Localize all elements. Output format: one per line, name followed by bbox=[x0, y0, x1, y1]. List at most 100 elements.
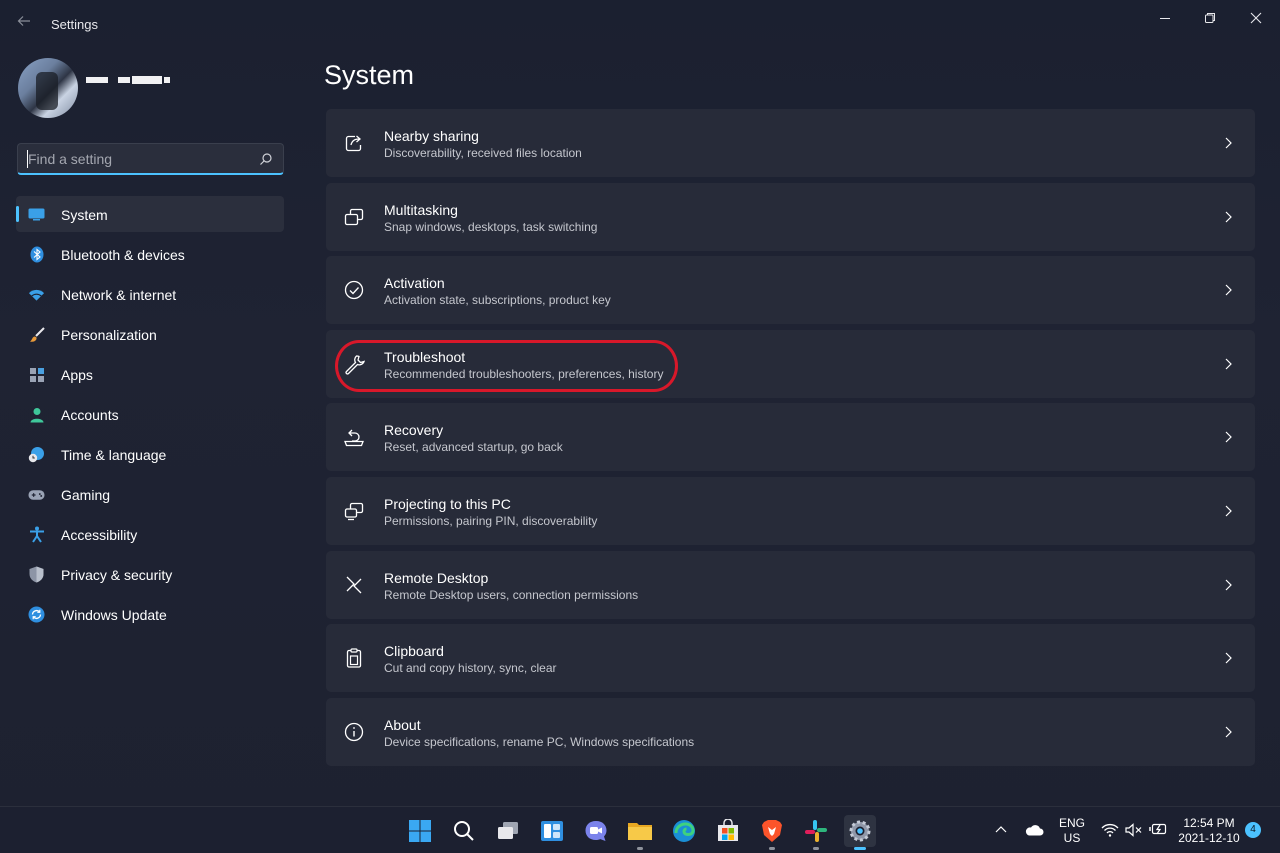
search-input[interactable] bbox=[28, 149, 248, 169]
chevron-right-icon bbox=[1225, 579, 1232, 590]
file-explorer-button[interactable] bbox=[624, 815, 656, 850]
store-button[interactable] bbox=[712, 815, 744, 847]
close-button[interactable] bbox=[1236, 6, 1276, 30]
chevron-right-icon bbox=[1225, 137, 1232, 149]
sidebar-item-bluetooth[interactable]: Bluetooth & devices bbox=[16, 236, 284, 272]
card-projecting[interactable]: Projecting to this PC Permissions, pairi… bbox=[326, 476, 1255, 545]
running-indicator bbox=[637, 847, 643, 850]
widgets-button[interactable] bbox=[536, 815, 568, 847]
taskbar-search-button[interactable] bbox=[448, 815, 480, 847]
person-icon bbox=[28, 406, 45, 423]
teams-chat-button[interactable] bbox=[580, 815, 612, 847]
text-caret bbox=[27, 150, 28, 168]
card-title: About bbox=[384, 716, 421, 733]
running-indicator bbox=[769, 847, 775, 850]
app-title: Settings bbox=[51, 17, 98, 32]
sidebar-item-accounts[interactable]: Accounts bbox=[16, 396, 284, 432]
region-code: US bbox=[1063, 831, 1081, 845]
avatar[interactable] bbox=[18, 58, 78, 118]
bluetooth-icon bbox=[28, 246, 45, 263]
sidebar-item-label: Gaming bbox=[61, 487, 111, 503]
card-title: Activation bbox=[384, 275, 445, 292]
chevron-right-icon bbox=[1225, 211, 1232, 223]
card-title: Clipboard bbox=[384, 643, 444, 660]
language-indicator[interactable]: ENG US bbox=[1056, 816, 1088, 846]
back-button[interactable] bbox=[14, 14, 34, 34]
file-explorer-icon bbox=[628, 823, 652, 840]
battery-charging-icon[interactable] bbox=[1149, 822, 1167, 836]
sidebar-item-label: Apps bbox=[61, 367, 93, 383]
sidebar-item-privacy[interactable]: Privacy & security bbox=[16, 556, 284, 592]
wifi-icon bbox=[28, 286, 45, 303]
chevron-right-icon bbox=[1225, 431, 1232, 443]
volume-muted-icon[interactable] bbox=[1125, 823, 1143, 837]
card-subtitle: Remote Desktop users, connection permiss… bbox=[384, 587, 639, 602]
sidebar-item-network[interactable]: Network & internet bbox=[16, 276, 284, 312]
slack-button[interactable] bbox=[800, 815, 832, 850]
card-about[interactable]: About Device specifications, rename PC, … bbox=[326, 697, 1255, 766]
restore-button[interactable] bbox=[1190, 6, 1230, 30]
sidebar-item-personalization[interactable]: Personalization bbox=[16, 316, 284, 352]
card-clipboard[interactable]: Clipboard Cut and copy history, sync, cl… bbox=[326, 624, 1255, 693]
card-recovery[interactable]: Recovery Reset, advanced startup, go bac… bbox=[326, 403, 1255, 472]
chevron-right-icon bbox=[1225, 726, 1232, 738]
minimize-button[interactable] bbox=[1145, 6, 1185, 30]
card-nearby-sharing[interactable]: Nearby sharing Discoverability, received… bbox=[326, 109, 1255, 177]
notification-badge[interactable]: 4 bbox=[1245, 822, 1261, 838]
multitasking-icon bbox=[344, 208, 364, 225]
brave-icon bbox=[762, 820, 782, 842]
task-view-button[interactable] bbox=[492, 815, 524, 847]
search-icon[interactable] bbox=[259, 152, 273, 166]
card-remote-desktop[interactable]: Remote Desktop Remote Desktop users, con… bbox=[326, 550, 1255, 619]
page-title: System bbox=[324, 60, 415, 90]
chevron-right-icon bbox=[1225, 505, 1232, 517]
task-view-icon bbox=[498, 822, 518, 839]
sidebar-item-label: Privacy & security bbox=[61, 567, 173, 583]
chevron-up-icon[interactable] bbox=[995, 825, 1007, 833]
clock[interactable]: 12:54 PM 2021-12-10 bbox=[1176, 816, 1242, 846]
restore-icon bbox=[1205, 13, 1215, 23]
teams-chat-icon bbox=[585, 821, 607, 841]
shield-icon bbox=[28, 566, 45, 583]
chevron-right-icon bbox=[1225, 652, 1232, 664]
settings-card-list: Nearby sharing Discoverability, received… bbox=[326, 109, 1255, 771]
start-button[interactable] bbox=[404, 815, 436, 847]
sidebar-item-time-language[interactable]: Time & language bbox=[16, 436, 284, 472]
sidebar-item-apps[interactable]: Apps bbox=[16, 356, 284, 392]
card-subtitle: Device specifications, rename PC, Window… bbox=[384, 734, 695, 749]
card-multitasking[interactable]: Multitasking Snap windows, desktops, tas… bbox=[326, 182, 1255, 251]
search-icon bbox=[454, 821, 474, 841]
sidebar-item-system[interactable]: System bbox=[16, 196, 284, 232]
widgets-icon bbox=[541, 821, 563, 841]
settings-taskbar-button[interactable] bbox=[844, 815, 876, 850]
card-subtitle: Activation state, subscriptions, product… bbox=[384, 293, 611, 308]
onedrive-icon[interactable] bbox=[1024, 824, 1044, 836]
card-title: Remote Desktop bbox=[384, 569, 489, 586]
clock-globe-icon bbox=[28, 446, 45, 463]
sidebar-item-label: Bluetooth & devices bbox=[61, 247, 185, 263]
taskbar: ENG US 12:54 PM 2021-12-10 bbox=[0, 806, 1280, 853]
card-activation[interactable]: Activation Activation state, subscriptio… bbox=[326, 256, 1255, 325]
sidebar-item-label: Personalization bbox=[61, 327, 157, 343]
minimize-icon bbox=[1160, 18, 1170, 19]
edge-button[interactable] bbox=[668, 815, 700, 847]
sidebar-item-accessibility[interactable]: Accessibility bbox=[16, 516, 284, 552]
date: 2021-12-10 bbox=[1178, 831, 1240, 845]
user-name-redacted bbox=[86, 74, 172, 86]
apps-icon bbox=[28, 366, 45, 383]
card-subtitle: Cut and copy history, sync, clear bbox=[384, 661, 557, 676]
brave-button[interactable] bbox=[756, 815, 788, 850]
card-troubleshoot[interactable]: Troubleshoot Recommended troubleshooters… bbox=[326, 329, 1255, 398]
card-subtitle: Recommended troubleshooters, preferences… bbox=[384, 366, 664, 381]
active-app-indicator bbox=[854, 847, 866, 850]
sidebar-item-label: System bbox=[61, 207, 108, 223]
sidebar-item-label: Accounts bbox=[61, 407, 119, 423]
wifi-icon[interactable] bbox=[1101, 823, 1119, 837]
search-box[interactable] bbox=[17, 143, 284, 175]
recovery-icon bbox=[344, 429, 364, 447]
sidebar-item-gaming[interactable]: Gaming bbox=[16, 476, 284, 512]
sidebar-item-windows-update[interactable]: Windows Update bbox=[16, 596, 284, 632]
sidebar-item-label: Time & language bbox=[61, 447, 167, 463]
running-indicator bbox=[813, 847, 819, 850]
system-icon bbox=[28, 206, 45, 223]
